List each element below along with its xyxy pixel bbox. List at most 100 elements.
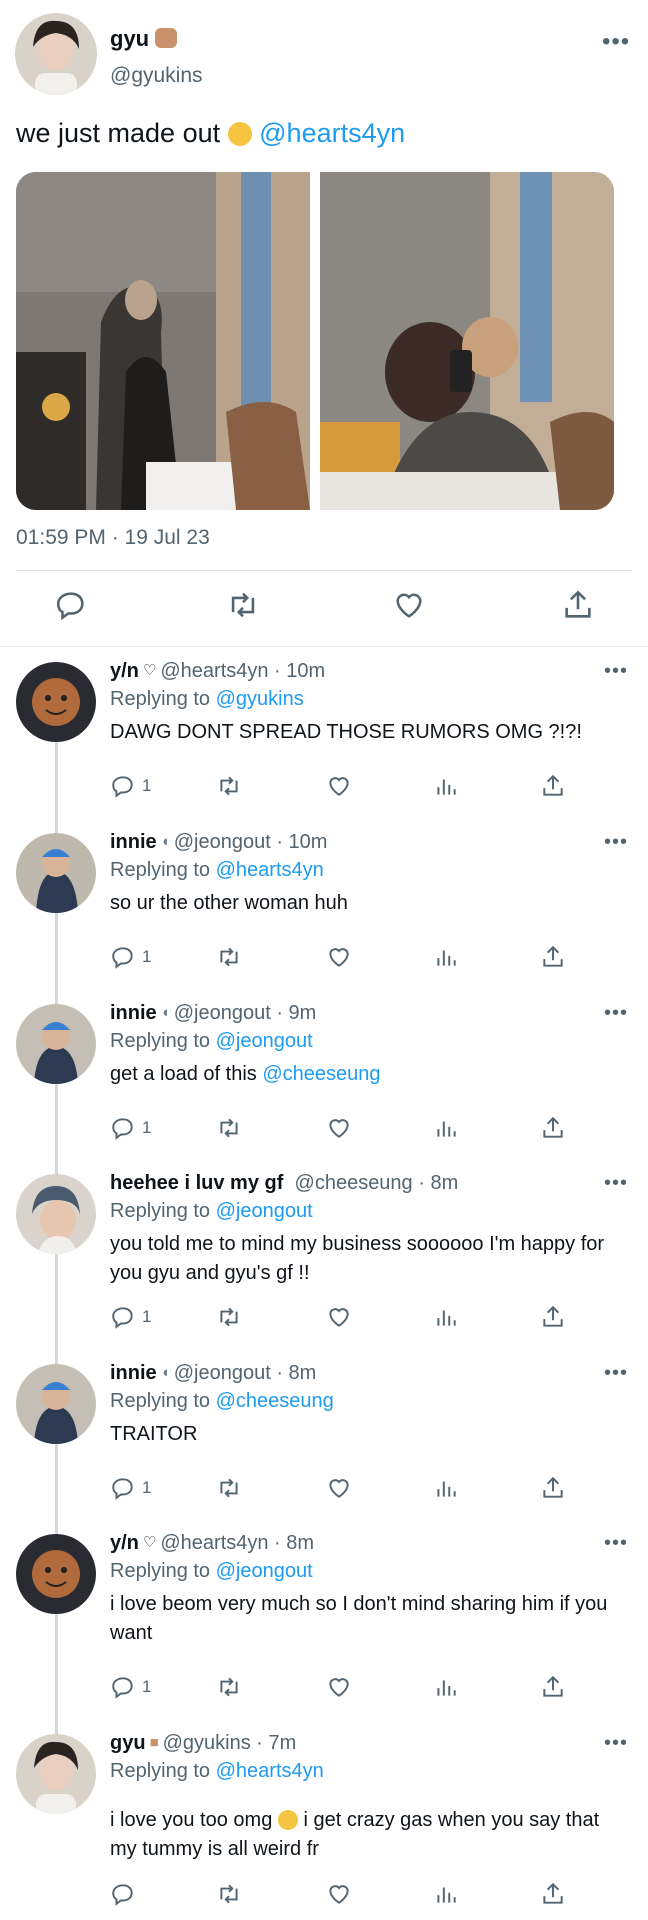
share-icon[interactable] bbox=[540, 1880, 566, 1908]
more-options-icon[interactable]: ••• bbox=[602, 28, 630, 56]
share-icon[interactable] bbox=[561, 588, 597, 624]
display-name[interactable]: y/n bbox=[110, 660, 139, 682]
more-options-icon[interactable]: ••• bbox=[604, 1532, 628, 1555]
like-icon[interactable] bbox=[326, 943, 352, 971]
reply-icon[interactable]: 1 bbox=[110, 1303, 151, 1331]
avatar[interactable] bbox=[16, 1364, 96, 1444]
reply-tweet[interactable]: innie ◖ @jeongout · 9m ••• Replying to @je… bbox=[0, 992, 648, 1162]
reply-icon[interactable] bbox=[110, 1880, 136, 1908]
like-icon[interactable] bbox=[326, 772, 352, 800]
avatar[interactable] bbox=[16, 662, 96, 742]
share-icon[interactable] bbox=[540, 1114, 566, 1142]
display-name[interactable]: innie bbox=[110, 1362, 157, 1384]
reply-icon[interactable]: 1 bbox=[110, 1114, 151, 1142]
mention-link[interactable]: @jeongout bbox=[216, 1200, 313, 1222]
share-icon[interactable] bbox=[540, 1673, 566, 1701]
reply-tweet[interactable]: y/n ♡ @hearts4yn · 10m ••• Replying to @gy… bbox=[0, 650, 648, 820]
more-options-icon[interactable]: ••• bbox=[604, 660, 628, 683]
tweet-media[interactable] bbox=[16, 172, 614, 510]
like-icon[interactable] bbox=[326, 1114, 352, 1142]
retweet-icon[interactable] bbox=[216, 1880, 242, 1908]
retweet-icon[interactable] bbox=[226, 588, 262, 624]
display-name[interactable]: heehee i luv my gf bbox=[110, 1172, 283, 1194]
display-name[interactable]: gyu bbox=[110, 1732, 146, 1754]
avatar[interactable] bbox=[16, 1004, 96, 1084]
display-name[interactable]: innie bbox=[110, 831, 157, 853]
more-options-icon[interactable]: ••• bbox=[604, 1002, 628, 1025]
reply-actions: 1 bbox=[0, 1114, 648, 1144]
analytics-icon[interactable] bbox=[433, 1114, 459, 1142]
handle-time[interactable]: @jeongout · 9m bbox=[174, 1002, 317, 1024]
analytics-icon[interactable] bbox=[433, 1474, 459, 1502]
handle-time[interactable]: @jeongout · 10m bbox=[174, 831, 328, 853]
analytics-icon[interactable] bbox=[433, 1303, 459, 1331]
handle-time[interactable]: @hearts4yn · 10m bbox=[160, 660, 325, 682]
display-name[interactable]: gyu bbox=[110, 26, 178, 52]
reply-tweet[interactable]: innie ◖ @jeongout · 10m ••• Replying to @h… bbox=[0, 821, 648, 991]
handle[interactable]: @gyukins bbox=[110, 64, 203, 88]
like-icon[interactable] bbox=[326, 1880, 352, 1908]
mention-link[interactable]: @hearts4yn bbox=[216, 1760, 324, 1782]
tweet-timestamp[interactable]: 01:59 PM · 19 Jul 23 bbox=[16, 526, 210, 550]
retweet-icon[interactable] bbox=[216, 1474, 242, 1502]
replying-to: Replying to @jeongout bbox=[110, 1030, 313, 1052]
like-icon[interactable] bbox=[326, 1673, 352, 1701]
reply-header: innie ◖ @jeongout · 10m bbox=[110, 831, 327, 854]
photo-1[interactable] bbox=[16, 172, 310, 510]
mention-link[interactable]: @jeongout bbox=[216, 1560, 313, 1582]
handle-time[interactable]: @gyukins · 7m bbox=[163, 1732, 297, 1754]
reply-tweet[interactable]: gyu ■ @gyukins · 7m ••• Replying to @heart… bbox=[0, 1722, 648, 1920]
avatar[interactable] bbox=[15, 13, 97, 95]
share-icon[interactable] bbox=[540, 943, 566, 971]
avatar[interactable] bbox=[16, 1174, 96, 1254]
share-icon[interactable] bbox=[540, 1303, 566, 1331]
analytics-icon[interactable] bbox=[433, 1673, 459, 1701]
handle-time[interactable]: @jeongout · 8m bbox=[174, 1362, 317, 1384]
mention-link[interactable]: @cheeseung bbox=[262, 1063, 380, 1085]
avatar[interactable] bbox=[16, 1534, 96, 1614]
reply-tweet[interactable]: innie ◖ @jeongout · 8m ••• Replying to @ch… bbox=[0, 1352, 648, 1522]
replying-to: Replying to @hearts4yn bbox=[110, 859, 324, 881]
photo-2[interactable] bbox=[320, 172, 614, 510]
reply-actions: 1 bbox=[0, 1303, 648, 1333]
reply-tweet[interactable]: y/n ♡ @hearts4yn · 8m ••• Replying to @jeo… bbox=[0, 1522, 648, 1722]
retweet-icon[interactable] bbox=[216, 943, 242, 971]
retweet-icon[interactable] bbox=[216, 1673, 242, 1701]
more-options-icon[interactable]: ••• bbox=[604, 831, 628, 854]
reply-tweet[interactable]: heehee i luv my gf @cheeseung · 8m ••• R… bbox=[0, 1162, 648, 1352]
analytics-icon[interactable] bbox=[433, 772, 459, 800]
reply-icon[interactable]: 1 bbox=[110, 772, 151, 800]
retweet-icon[interactable] bbox=[216, 1114, 242, 1142]
reply-icon[interactable]: 1 bbox=[110, 943, 151, 971]
display-name[interactable]: y/n bbox=[110, 1532, 139, 1554]
like-icon[interactable] bbox=[326, 1303, 352, 1331]
more-options-icon[interactable]: ••• bbox=[604, 1732, 628, 1755]
share-icon[interactable] bbox=[540, 772, 566, 800]
rofl-emoji bbox=[224, 118, 256, 150]
reply-icon[interactable]: 1 bbox=[110, 1673, 151, 1701]
display-name[interactable]: innie bbox=[110, 1002, 157, 1024]
avatar[interactable] bbox=[16, 833, 96, 913]
more-options-icon[interactable]: ••• bbox=[604, 1172, 628, 1195]
handle-time[interactable]: @hearts4yn · 8m bbox=[160, 1532, 314, 1554]
mention-link[interactable]: @hearts4yn bbox=[259, 118, 405, 148]
reply-icon[interactable]: 1 bbox=[110, 1474, 151, 1502]
replying-to: Replying to @cheeseung bbox=[110, 1390, 334, 1412]
avatar[interactable] bbox=[16, 1734, 96, 1814]
reply-actions: 1 bbox=[0, 943, 648, 973]
mention-link[interactable]: @cheeseung bbox=[216, 1390, 334, 1412]
mention-link[interactable]: @jeongout bbox=[216, 1030, 313, 1052]
analytics-icon[interactable] bbox=[433, 943, 459, 971]
reply-icon[interactable] bbox=[54, 588, 90, 624]
mention-link[interactable]: @hearts4yn bbox=[216, 859, 324, 881]
share-icon[interactable] bbox=[540, 1474, 566, 1502]
like-icon[interactable] bbox=[392, 588, 428, 624]
retweet-icon[interactable] bbox=[216, 772, 242, 800]
mention-link[interactable]: @gyukins bbox=[216, 688, 304, 710]
reply-actions: 1 bbox=[0, 1474, 648, 1504]
like-icon[interactable] bbox=[326, 1474, 352, 1502]
analytics-icon[interactable] bbox=[433, 1880, 459, 1908]
retweet-icon[interactable] bbox=[216, 1303, 242, 1331]
more-options-icon[interactable]: ••• bbox=[604, 1362, 628, 1385]
handle-time[interactable]: @cheeseung · 8m bbox=[295, 1172, 459, 1194]
